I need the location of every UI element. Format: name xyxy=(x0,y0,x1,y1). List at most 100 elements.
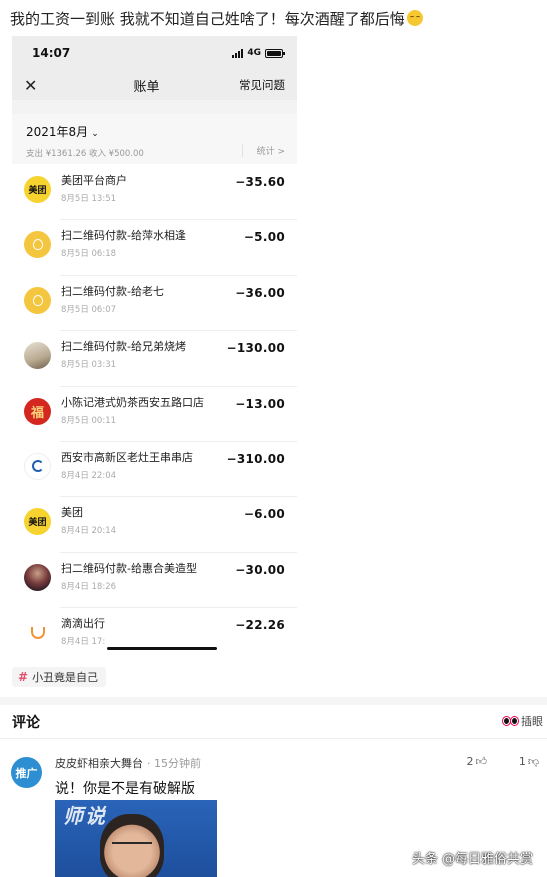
transaction-row[interactable]: 福 小陈记港式奶茶西安五路口店 8月5日 00:11 −13.00 xyxy=(12,385,297,441)
transaction-name: 小陈记港式奶茶西安五路口店 xyxy=(61,395,204,409)
smirk-face-emoji-icon xyxy=(406,10,423,26)
status-time: 14:07 xyxy=(32,46,71,60)
transaction-amount: −130.00 xyxy=(226,341,285,356)
transaction-name: 西安市高新区老灶王串串店 xyxy=(61,450,193,464)
icon-text: 美团 xyxy=(28,518,47,529)
eyes-icon xyxy=(503,717,518,725)
status-right: 4G xyxy=(232,48,285,58)
transaction-info: 滴滴出行 8月4日 17: xyxy=(61,616,235,647)
photo-avatar-icon xyxy=(24,342,51,370)
transaction-name: 扫二维码付款-给惠合美造型 xyxy=(61,561,197,575)
transaction-date: 8月5日 06:18 xyxy=(61,249,117,260)
transaction-name: 美团 xyxy=(61,506,83,520)
month-selector[interactable]: 2021年8月 ⌄ xyxy=(26,123,283,140)
avatar[interactable]: 推广 xyxy=(11,757,42,788)
insert-eye-button[interactable]: 插眼 xyxy=(503,713,543,729)
chevron-down-icon: ⌄ xyxy=(91,129,99,139)
network-label: 4G xyxy=(247,48,261,58)
topic-label: 小丑竟是自己 xyxy=(32,671,99,684)
transaction-info: 扫二维码付款-给老七 8月5日 06:07 xyxy=(61,284,235,315)
money-bag-icon xyxy=(24,286,51,314)
transaction-info: 扫二维码付款-给萍水相逢 8月5日 06:18 xyxy=(61,228,244,259)
meituan-icon: 美团 xyxy=(24,176,51,203)
home-indicator xyxy=(107,647,217,650)
author-name[interactable]: 皮皮虾相亲大舞台 xyxy=(55,757,143,770)
icon-text: 美团 xyxy=(28,186,47,196)
thumbs-down-icon: 👎︎ xyxy=(527,755,539,768)
transaction-info: 西安市高新区老灶王串串店 8月4日 22:04 xyxy=(61,450,227,481)
comment-text: 说！你是不是有破解版 xyxy=(55,781,195,797)
transaction-row[interactable]: 美团 美团平台商户 8月5日 13:51 −35.60 xyxy=(12,164,297,219)
transaction-amount: −6.00 xyxy=(243,507,285,522)
thumbs-up-icon: 👍︎ xyxy=(475,755,488,768)
transaction-name: 扫二维码付款-给老七 xyxy=(61,284,164,298)
section-divider xyxy=(0,697,547,705)
watermark: 头条 @每日雅俗共赏 xyxy=(411,852,533,867)
post-text-content: 我的工资一到账 我就不知道自己姓啥了！每次酒醒了都后悔 xyxy=(10,10,405,28)
transaction-date: 8月5日 13:51 xyxy=(61,194,117,204)
transaction-amount: −30.00 xyxy=(235,562,285,577)
hashtag-icon: # xyxy=(18,670,29,684)
status-bar: 14:07 4G xyxy=(12,36,297,70)
glasses-shape xyxy=(112,842,152,850)
fu-logo-icon: 福 xyxy=(24,397,51,425)
comment-image-caption: 师说 xyxy=(63,804,107,828)
transaction-row[interactable]: 西安市高新区老灶王串串店 8月4日 22:04 −310.00 xyxy=(12,440,297,496)
topic-tag[interactable]: # 小丑竟是自己 xyxy=(12,667,107,687)
close-icon[interactable]: ✕ xyxy=(24,76,54,95)
comments-divider xyxy=(0,738,547,739)
bank-logo-icon xyxy=(24,452,51,480)
transaction-list: 美团 美团平台商户 8月5日 13:51 −35.60 扫二维码付款-给萍水相逢 8月5日… xyxy=(12,164,297,656)
transaction-date: 8月4日 17: xyxy=(61,637,106,648)
transaction-date: 8月4日 18:26 xyxy=(61,581,117,592)
transaction-row[interactable]: 美团 美团 8月4日 20:14 −6.00 xyxy=(12,496,297,551)
post-text: 我的工资一到账 我就不知道自己姓啥了！每次酒醒了都后悔 xyxy=(10,8,540,30)
month-summary: 2021年8月 ⌄ 支出 ¥1361.26 收入 ¥500.00 统计 > xyxy=(12,114,297,164)
transaction-row[interactable]: 扫二维码付款-给老七 8月5日 06:07 −36.00 xyxy=(12,274,297,330)
transaction-name: 扫二维码付款-给兄弟烧烤 xyxy=(61,340,186,354)
transaction-name: 美团平台商户 xyxy=(61,174,127,187)
like-button[interactable]: 2 👍︎ xyxy=(467,755,488,768)
transaction-amount: −22.26 xyxy=(235,618,285,633)
photo-avatar-icon xyxy=(24,563,51,591)
icon-text: 福 xyxy=(30,405,44,421)
money-bag-icon xyxy=(24,231,51,259)
transaction-name: 扫二维码付款-给萍水相逢 xyxy=(61,229,186,243)
transaction-row[interactable]: 扫二维码付款-给兄弟烧烤 8月5日 03:31 −130.00 xyxy=(12,330,297,385)
transaction-date: 8月4日 22:04 xyxy=(61,470,117,481)
stats-link[interactable]: 统计 > xyxy=(241,144,285,157)
transaction-info: 美团平台商户 8月5日 13:51 xyxy=(61,173,235,204)
transaction-info: 小陈记港式奶茶西安五路口店 8月5日 00:11 xyxy=(61,395,235,426)
dislike-count: 1 xyxy=(518,755,526,768)
like-count: 2 xyxy=(466,755,474,768)
transaction-info: 美团 8月4日 20:14 xyxy=(61,505,244,536)
battery-icon xyxy=(265,48,285,58)
wechat-bill-screenshot[interactable]: 14:07 4G ✕ 账单 常见问题 2021年8月 ⌄ 支出 ¥1361.26 … xyxy=(12,36,297,656)
transaction-amount: −36.00 xyxy=(235,285,285,300)
transaction-date: 8月5日 00:11 xyxy=(61,415,117,426)
month-label: 2021年8月 xyxy=(26,125,89,139)
nav-title: 账单 xyxy=(133,79,160,95)
transaction-amount: −35.60 xyxy=(235,175,285,189)
insert-eye-label: 插眼 xyxy=(521,715,543,728)
comment-image[interactable]: 师说 xyxy=(55,800,217,877)
transaction-date: 8月5日 03:31 xyxy=(61,360,117,371)
faq-link[interactable]: 常见问题 xyxy=(239,77,285,93)
transaction-name: 滴滴出行 xyxy=(61,617,105,631)
nav-bar: ✕ 账单 常见问题 xyxy=(12,70,297,100)
transaction-row[interactable]: 扫二维码付款-给萍水相逢 8月5日 06:18 −5.00 xyxy=(12,219,297,274)
transaction-amount: −5.00 xyxy=(243,230,285,245)
transaction-date: 8月4日 20:14 xyxy=(61,526,117,537)
dislike-button[interactable]: 1 👎︎ xyxy=(519,755,539,768)
meituan-icon: 美团 xyxy=(24,508,51,536)
signal-icon xyxy=(232,48,244,58)
transaction-row[interactable]: 扫二维码付款-给惠合美造型 8月4日 18:26 −30.00 xyxy=(12,551,297,607)
transaction-amount: −13.00 xyxy=(235,396,285,411)
comment-time: · 15分钟前 xyxy=(147,757,201,770)
comment-author: 皮皮虾相亲大舞台 · 15分钟前 xyxy=(55,755,201,771)
transaction-info: 扫二维码付款-给惠合美造型 8月4日 18:26 xyxy=(61,561,235,592)
didi-icon xyxy=(24,619,51,647)
comments-title: 评论 xyxy=(12,715,40,731)
transaction-amount: −310.00 xyxy=(226,451,285,466)
transaction-info: 扫二维码付款-给兄弟烧烤 8月5日 03:31 xyxy=(61,339,227,370)
